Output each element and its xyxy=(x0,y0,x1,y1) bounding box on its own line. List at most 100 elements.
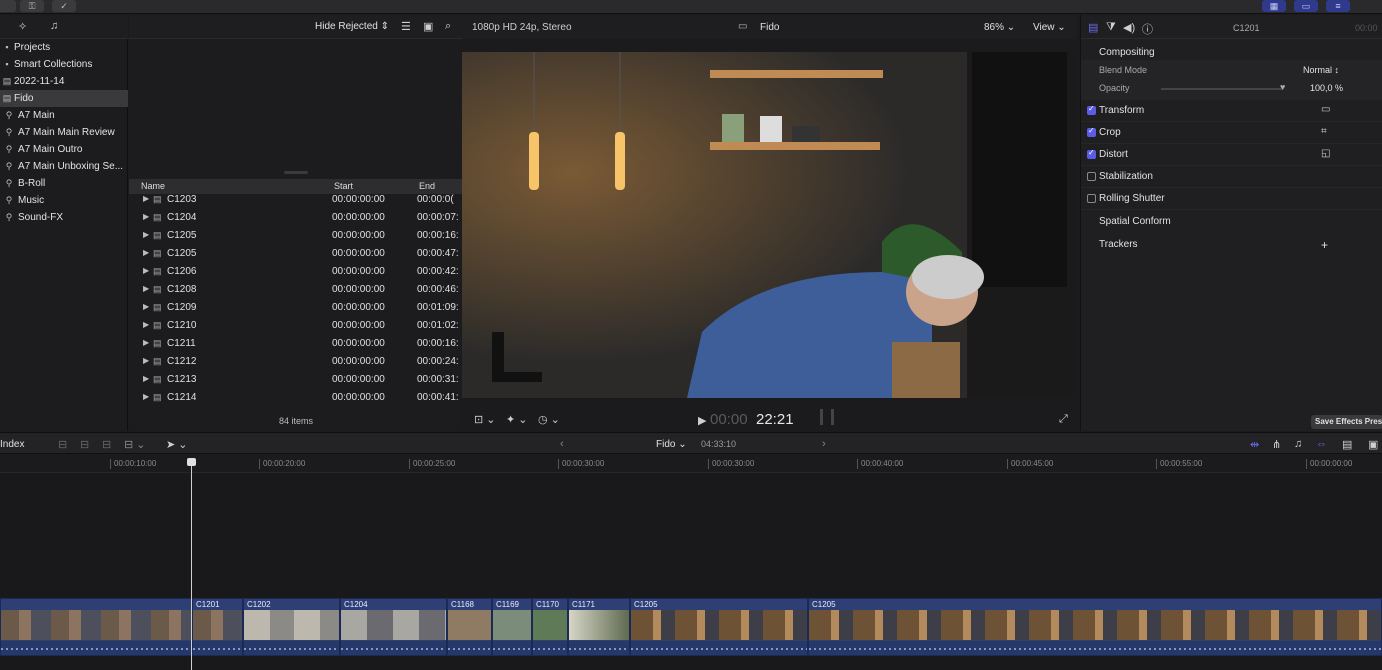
show-inspector-button[interactable]: ≡ xyxy=(1326,0,1350,12)
table-row[interactable]: ▶ ▤ C1205 00:00:00:00 00:00:16: xyxy=(129,227,462,245)
speaker-icon[interactable]: ◀) xyxy=(1123,21,1135,34)
opacity-slider-knob[interactable]: ♥ xyxy=(1280,82,1285,92)
disclosure-triangle-icon[interactable]: ▶ xyxy=(143,284,149,293)
disclosure-triangle-icon[interactable]: ▶ xyxy=(143,212,149,221)
libraries-icon[interactable]: ✧ xyxy=(18,20,27,33)
back-button[interactable] xyxy=(0,0,16,12)
sidebar-item-keyword[interactable]: ⚲ B-Roll xyxy=(0,175,128,192)
snapping-icon[interactable]: ⇔ xyxy=(1316,438,1327,450)
table-row[interactable]: ▶ ▤ C1214 00:00:00:00 00:00:41: xyxy=(129,389,462,407)
transform-icon[interactable]: ⊡ ⌄ xyxy=(474,413,496,426)
show-browser-button[interactable]: ▦ xyxy=(1262,0,1286,12)
sidebar-item-date[interactable]: ▤ 2022-11-14 xyxy=(0,73,128,90)
rolling-shutter-checkbox[interactable] xyxy=(1087,194,1096,203)
distort-onscreen-icon[interactable]: ◱ xyxy=(1321,148,1330,159)
sidebar-item-keyword[interactable]: ⚲ A7 Main Unboxing Se... xyxy=(0,158,128,175)
spatial-conform-row[interactable]: Spatial Conform xyxy=(1081,211,1382,233)
photos-audio-icon[interactable]: ♫ xyxy=(50,20,58,32)
sidebar-item-keyword[interactable]: ⚲ A7 Main Outro xyxy=(0,141,128,158)
next-icon[interactable]: › xyxy=(822,438,826,450)
skimming-icon[interactable]: ⇹ xyxy=(1250,438,1259,451)
table-row[interactable]: ▶ ▤ C1204 00:00:00:00 00:00:07: xyxy=(129,209,462,227)
append-icon[interactable]: ⊟ xyxy=(102,438,111,451)
retime-icon[interactable]: ◷ ⌄ xyxy=(538,413,560,426)
table-row[interactable]: ▶ ▤ C1213 00:00:00:00 00:00:31: xyxy=(129,371,462,389)
info-icon[interactable]: ⓘ xyxy=(1142,21,1153,37)
disclosure-triangle-icon[interactable]: ▶ xyxy=(143,230,149,239)
table-row[interactable]: ▶ ▤ C1206 00:00:00:00 00:00:42: xyxy=(129,263,462,281)
blend-mode-select[interactable]: Normal ↕ xyxy=(1303,65,1339,75)
show-timeline-button[interactable]: ▭ xyxy=(1294,0,1318,12)
table-row[interactable]: ▶ ▤ C1208 00:00:00:00 00:00:46: xyxy=(129,281,462,299)
disclosure-triangle-icon[interactable]: ▶ xyxy=(143,266,149,275)
save-effects-preset-button[interactable]: Save Effects Pres xyxy=(1311,415,1382,429)
timeline-clip[interactable]: C1205 xyxy=(808,598,1382,656)
timeline-ruler[interactable]: 00:00:10:00 00:00:20:00 00:00:25:00 00:0… xyxy=(0,455,1382,473)
column-start[interactable]: Start xyxy=(334,181,353,191)
column-end[interactable]: End xyxy=(419,181,435,191)
video-inspector-icon[interactable]: ▤ xyxy=(1088,21,1098,34)
timeline-clip[interactable]: C1170 xyxy=(532,598,568,656)
insert-icon[interactable]: ⊟ xyxy=(80,438,89,451)
audio-skimming-icon[interactable]: ⋔ xyxy=(1272,438,1281,451)
disclosure-triangle-icon[interactable]: ▶ xyxy=(143,194,149,203)
stabilization-checkbox[interactable] xyxy=(1087,172,1096,181)
sidebar-item-smart-collections[interactable]: ▪ Smart Collections xyxy=(0,56,128,73)
disclosure-triangle-icon[interactable]: ▶ xyxy=(143,356,149,365)
timeline-clip[interactable]: C1169 xyxy=(492,598,532,656)
sidebar-item-projects[interactable]: ▪ Projects xyxy=(0,39,128,56)
disclosure-triangle-icon[interactable]: ▶ xyxy=(143,374,149,383)
trackers-row[interactable]: Trackers + xyxy=(1081,234,1382,256)
disclosure-triangle-icon[interactable]: ▶ xyxy=(143,338,149,347)
disclosure-triangle-icon[interactable]: ▶ xyxy=(143,302,149,311)
effects-browser-icon[interactable]: ▣ xyxy=(1368,438,1378,451)
enhance-icon[interactable]: ✦ ⌄ xyxy=(506,413,528,426)
fullscreen-icon[interactable]: ⤢ xyxy=(1059,413,1068,426)
clip-appearance-icon[interactable]: ☰ xyxy=(401,20,411,33)
zoom-dropdown[interactable]: 86% ⌄ xyxy=(984,22,1015,33)
sidebar-item-keyword[interactable]: ⚲ Music xyxy=(0,192,128,209)
search-icon[interactable]: ⌕ xyxy=(445,20,451,33)
select-tool-icon[interactable]: ➤ ⌄ xyxy=(166,438,188,451)
hide-rejected-dropdown[interactable]: Hide Rejected ⇕ xyxy=(315,21,389,32)
filmstrip-icon[interactable]: ▣ xyxy=(423,20,433,33)
transform-checkbox[interactable] xyxy=(1087,104,1096,115)
video-viewer[interactable] xyxy=(462,52,1077,398)
add-tracker-button[interactable]: + xyxy=(1321,238,1328,252)
sidebar-item-keyword[interactable]: ⚲ A7 Main xyxy=(0,107,128,124)
timeline-clip[interactable] xyxy=(0,598,192,656)
table-row[interactable]: ▶ ▤ C1205 00:00:00:00 00:00:47: xyxy=(129,245,462,263)
timeline-clip[interactable]: C1204 xyxy=(340,598,447,656)
view-dropdown[interactable]: View ⌄ xyxy=(1033,22,1066,33)
table-row[interactable]: ▶ ▤ C1211 00:00:00:00 00:00:16: xyxy=(129,335,462,353)
disclosure-triangle-icon[interactable]: ▶ xyxy=(143,248,149,257)
rolling-shutter-row[interactable]: Rolling Shutter xyxy=(1081,188,1382,210)
sidebar-item-keyword[interactable]: ⚲ Sound-FX xyxy=(0,209,128,226)
filter-icon[interactable]: ⧩ xyxy=(1106,21,1116,34)
disclosure-triangle-icon[interactable]: ▶ xyxy=(143,392,149,401)
previous-icon[interactable]: ‹ xyxy=(560,438,564,450)
crop-checkbox[interactable] xyxy=(1087,126,1096,137)
stabilization-row[interactable]: Stabilization xyxy=(1081,166,1382,188)
distort-checkbox[interactable] xyxy=(1087,148,1096,159)
sidebar-item-keyword[interactable]: ⚲ A7 Main Main Review xyxy=(0,124,128,141)
clip-appearance-icon[interactable]: ▤ xyxy=(1342,438,1352,451)
table-row[interactable]: ▶ ▤ C1212 00:00:00:00 00:00:24: xyxy=(129,353,462,371)
timeline-clip[interactable]: C1205 xyxy=(630,598,808,656)
disclosure-triangle-icon[interactable]: ▶ xyxy=(143,320,149,329)
table-row[interactable]: ▶ ▤ C1203 00:00:00:00 00:00:0( xyxy=(129,191,462,209)
background-tasks-button[interactable]: ✓ xyxy=(52,0,76,12)
transform-row[interactable]: Transform ▭ xyxy=(1081,100,1382,122)
table-row[interactable]: ▶ ▤ C1210 00:00:00:00 00:01:02: xyxy=(129,317,462,335)
crop-onscreen-icon[interactable]: ⌗ xyxy=(1321,126,1327,137)
timeline-clip[interactable]: C1171 xyxy=(568,598,630,656)
headphones-icon[interactable]: ♫ xyxy=(1294,438,1302,450)
distort-row[interactable]: Distort ◱ xyxy=(1081,144,1382,166)
index-button[interactable]: Index xyxy=(0,439,24,450)
timeline-clip[interactable]: C1202 xyxy=(243,598,340,656)
timeline-clip[interactable]: C1168 xyxy=(447,598,492,656)
keyword-button[interactable]: ⚿ xyxy=(20,0,44,12)
audio-meter-icon[interactable] xyxy=(820,409,834,425)
crop-row[interactable]: Crop ⌗ xyxy=(1081,122,1382,144)
column-name[interactable]: Name xyxy=(141,181,165,191)
